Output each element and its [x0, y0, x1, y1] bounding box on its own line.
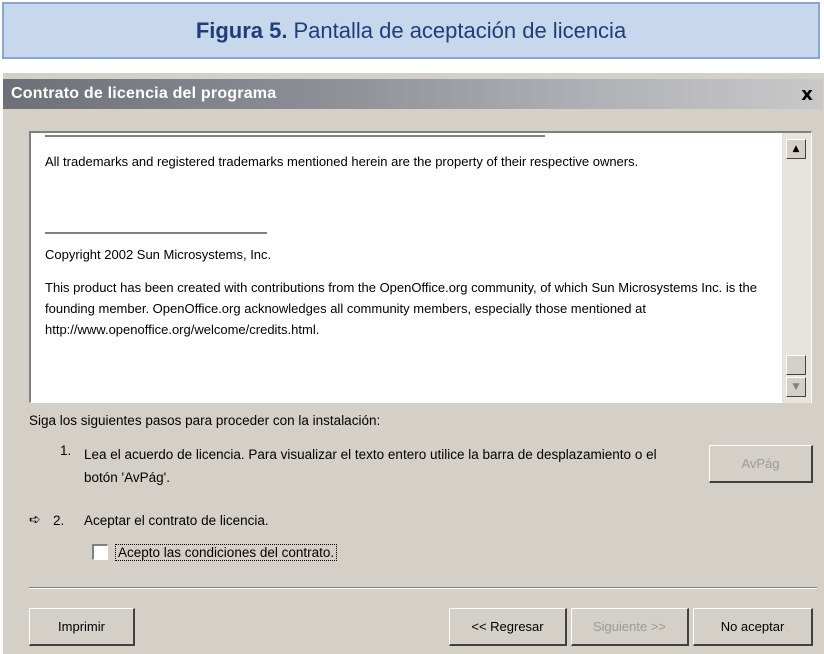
step2-text: Aceptar el contrato de licencia. [84, 513, 269, 528]
scroll-down-arrow-icon[interactable]: ▼ [786, 377, 806, 397]
dialog-title: Contrato de licencia del programa [11, 85, 277, 102]
step1-number: 1. [60, 443, 72, 458]
text-separator [45, 135, 545, 137]
dialog-titlebar: Contrato de licencia del programa x [3, 79, 823, 109]
accept-checkbox[interactable] [92, 544, 108, 560]
back-button[interactable]: << Regresar [449, 608, 567, 646]
current-step-arrow-icon: ➪ [29, 511, 41, 527]
license-paragraph-copyright: Copyright 2002 Sun Microsystems, Inc. [45, 247, 272, 262]
vertical-scrollbar[interactable]: ▲ ▼ [782, 133, 811, 403]
license-paragraph-trademarks: All trademarks and registered trademarks… [45, 154, 639, 169]
license-text-area[interactable]: All trademarks and registered trademarks… [29, 131, 812, 403]
decline-button[interactable]: No aceptar [693, 608, 813, 646]
license-text-content: All trademarks and registered trademarks… [31, 133, 783, 403]
text-separator [45, 232, 267, 234]
avpag-button[interactable]: AvPág [709, 445, 813, 483]
close-icon[interactable]: x [797, 84, 817, 105]
figure-number: Figura 5. [195, 17, 288, 43]
footer-divider [29, 587, 817, 589]
scroll-up-arrow-icon[interactable]: ▲ [786, 139, 806, 159]
step2-number: 2. [53, 513, 65, 528]
next-button[interactable]: Siguiente >> [571, 608, 689, 646]
license-dialog: Contrato de licencia del programa x All … [2, 72, 824, 654]
print-button[interactable]: Imprimir [29, 608, 135, 646]
figure-caption-text: Pantalla de aceptación de licencia [293, 17, 627, 43]
figure-caption: Figura 5. Pantalla de aceptación de lice… [2, 2, 820, 59]
instructions-intro: Siga los siguientes pasos para proceder … [29, 413, 381, 428]
accept-checkbox-label[interactable]: Acepto las condiciones del contrato. [114, 543, 338, 561]
step1-text: Lea el acuerdo de licencia. Para visuali… [84, 447, 657, 485]
license-paragraph-product: This product has been created with contr… [45, 280, 757, 337]
accept-checkbox-row[interactable]: Acepto las condiciones del contrato. [92, 541, 338, 563]
scroll-thumb[interactable] [786, 355, 806, 375]
